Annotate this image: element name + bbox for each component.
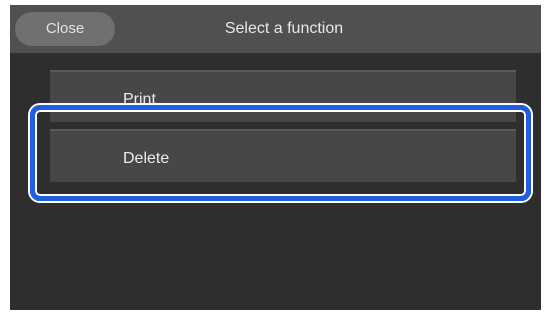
menu-item-label: Delete bbox=[123, 150, 170, 167]
device-screen: Select a function Close Print Delete bbox=[10, 5, 541, 310]
menu-item-delete[interactable]: Delete bbox=[50, 129, 516, 182]
header-bar: Select a function Close bbox=[10, 5, 541, 53]
menu-item-print[interactable]: Print bbox=[50, 70, 516, 122]
close-button[interactable]: Close bbox=[15, 12, 115, 46]
menu-item-label: Print bbox=[123, 91, 156, 108]
